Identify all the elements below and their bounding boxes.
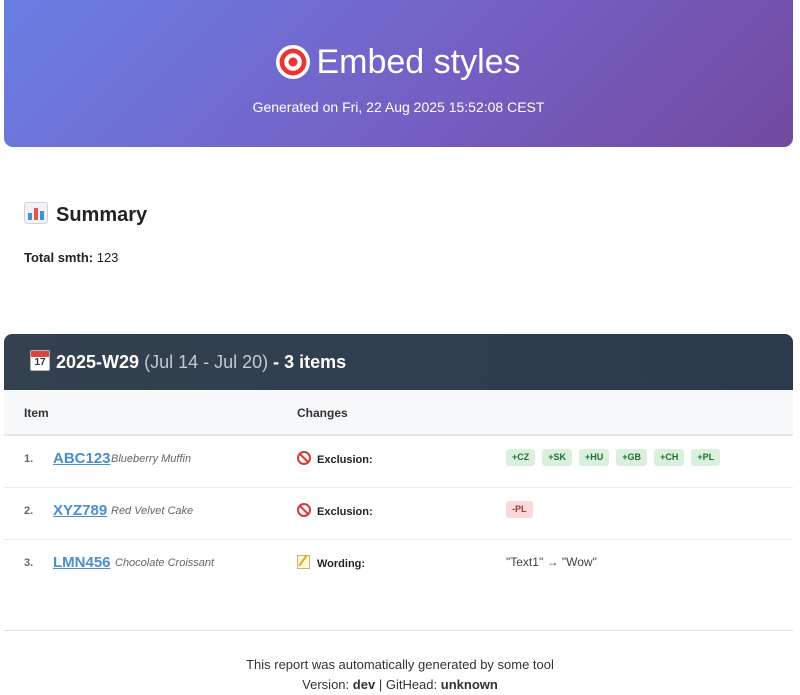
country-tag: +CZ [506, 449, 536, 466]
week-section: 2025-W29 (Jul 14 - Jul 20) - 3 items Ite… [4, 334, 793, 588]
item-code-link[interactable]: XYZ789 [53, 502, 107, 519]
change-type-label: Exclusion: [317, 454, 373, 466]
table-header: Item Changes [4, 390, 793, 436]
row-number: 2. [24, 505, 34, 517]
version-value: dev [352, 677, 376, 692]
summary-title-text: Summary [56, 204, 148, 226]
week-label: 2025-W29 [56, 352, 140, 372]
no-entry-icon [297, 503, 311, 517]
change-type: Exclusion: [297, 451, 373, 466]
change-type-label: Wording: [317, 558, 366, 570]
change-type-label: Exclusion: [317, 506, 373, 518]
country-tag: +GB [616, 449, 648, 466]
report-footer: This report was automatically generated … [0, 655, 800, 695]
memo-icon [297, 555, 310, 569]
change-type: Exclusion: [297, 503, 373, 518]
footer-divider [4, 630, 793, 631]
item-code-link[interactable]: LMN456 [53, 554, 111, 571]
week-range: (Jul 14 - Jul 20) [144, 352, 269, 372]
country-tags: -PL [506, 501, 533, 518]
table-row: 2. XYZ789 Red Velvet Cake Exclusion: -PL [4, 488, 793, 540]
githead-label: GitHead: [385, 677, 438, 692]
footer-separator: | [378, 677, 383, 692]
total-label: Total smth: [24, 250, 94, 265]
total-value: 123 [96, 250, 119, 265]
page-title-text: Embed styles [316, 43, 521, 81]
change-type: Wording: [297, 555, 365, 570]
item-code-link[interactable]: ABC123 [53, 450, 111, 467]
generated-timestamp: Generated on Fri, 22 Aug 2025 15:52:08 C… [252, 99, 545, 115]
country-tag: +CH [654, 449, 685, 466]
column-header-changes: Changes [297, 406, 348, 420]
footer-note: This report was automatically generated … [246, 657, 554, 672]
target-icon [276, 45, 311, 79]
footer-version: Version: dev | GitHead: unknown [0, 675, 800, 695]
row-number: 1. [24, 453, 34, 465]
country-tag: +PL [691, 449, 721, 466]
githead-value: unknown [440, 677, 498, 692]
week-header: 2025-W29 (Jul 14 - Jul 20) - 3 items [4, 334, 793, 390]
table-row: 3. LMN456 Chocolate Croissant Wording: "… [4, 540, 793, 588]
country-tag: +HU [579, 449, 610, 466]
column-header-item: Item [24, 406, 49, 420]
summary-title: Summary [24, 202, 147, 228]
item-description: Blueberry Muffin [111, 453, 192, 465]
calendar-icon [30, 350, 50, 371]
total-count: Total smth: 123 [24, 250, 118, 266]
item-description: Red Velvet Cake [111, 505, 194, 517]
bar-chart-icon [24, 202, 48, 224]
country-tag: +SK [542, 449, 573, 466]
week-item-count: - 3 items [273, 352, 347, 372]
report-header: Embed styles Generated on Fri, 22 Aug 20… [4, 0, 793, 147]
row-number: 3. [24, 557, 34, 569]
item-description: Chocolate Croissant [115, 557, 215, 569]
country-tag: -PL [506, 501, 533, 518]
page-title: Embed styles [4, 41, 793, 83]
version-label: Version: [302, 677, 350, 692]
wording-change: "Text1" → "Wow" [506, 555, 597, 569]
table-row: 1. ABC123 Blueberry Muffin Exclusion: +C… [4, 436, 793, 488]
no-entry-icon [297, 451, 311, 465]
country-tags: +CZ +SK +HU +GB +CH +PL [506, 449, 721, 466]
